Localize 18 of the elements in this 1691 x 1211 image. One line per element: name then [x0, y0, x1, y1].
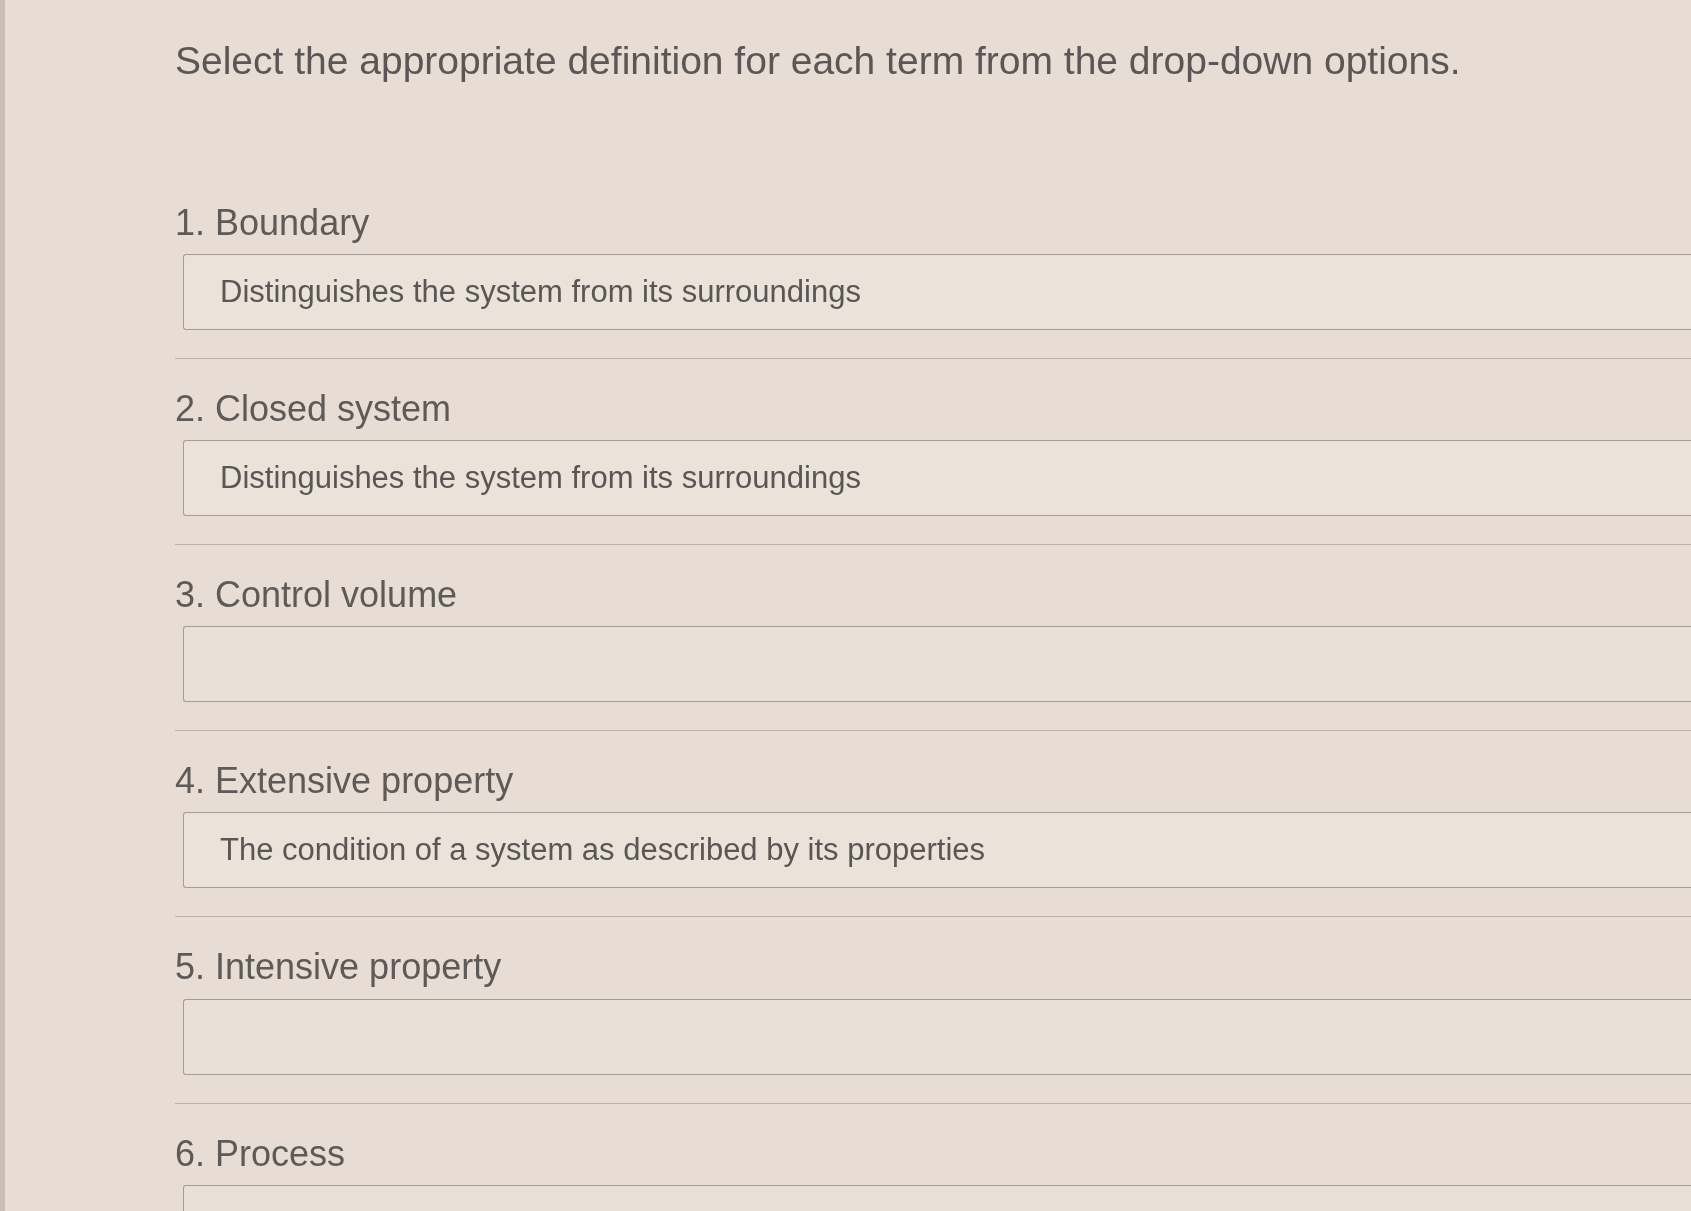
- instruction-heading: Select the appropriate definition for each term from the drop-down options.: [175, 38, 1462, 84]
- question-term: Closed system: [215, 386, 452, 430]
- dropdown-field[interactable]: [183, 998, 1691, 1075]
- question-term: Intensive property: [215, 945, 502, 989]
- question-term: Extensive property: [215, 759, 514, 803]
- dropdown-field[interactable]: Distinguishes the system from its surroundings: [183, 253, 1691, 330]
- question-number: 1.: [175, 200, 206, 244]
- question-term: Process: [215, 1131, 346, 1175]
- question-number: 5.: [175, 945, 206, 989]
- question-number: 2.: [175, 386, 206, 430]
- question-term: Control volume: [215, 572, 458, 617]
- question-number: 6.: [175, 1131, 206, 1175]
- dropdown-field[interactable]: The condition of a system as described by its properties: [183, 812, 1691, 889]
- dropdown-field[interactable]: Distinguishes the system from its surroundings: [183, 439, 1691, 516]
- dropdown-field[interactable]: [183, 626, 1691, 703]
- question-number: 3.: [175, 572, 206, 617]
- question-number: 4.: [175, 759, 206, 803]
- question-term: Boundary: [215, 200, 370, 244]
